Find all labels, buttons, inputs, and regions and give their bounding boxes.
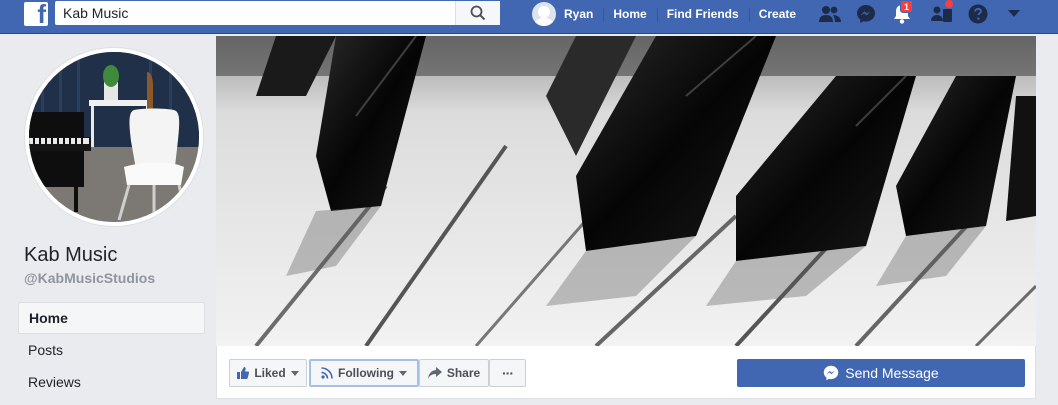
- share-button[interactable]: Share: [419, 359, 489, 387]
- rss-feed-icon: [321, 367, 333, 379]
- chevron-down-icon: [399, 370, 407, 376]
- nav-home[interactable]: Home: [603, 0, 656, 28]
- nav-create[interactable]: Create: [748, 0, 806, 28]
- liked-button[interactable]: Liked: [229, 359, 307, 387]
- help-icon[interactable]: [960, 0, 996, 28]
- notification-count-badge: 1: [900, 0, 913, 13]
- page-handle[interactable]: @KabMusicStudios: [24, 270, 155, 286]
- more-options-icon: ···: [502, 365, 514, 381]
- side-nav-home[interactable]: Home: [18, 302, 205, 334]
- search-bar: [55, 1, 500, 25]
- page-title: Kab Music: [24, 244, 118, 266]
- chevron-down-icon: [290, 370, 299, 376]
- search-button[interactable]: [455, 1, 500, 25]
- page-action-bar: Liked Following Share ··· Send Message: [216, 346, 1036, 399]
- studio-photo-illustration: [29, 52, 199, 222]
- share-label: Share: [446, 366, 481, 380]
- share-arrow-icon: [427, 367, 442, 379]
- profile-photo: [29, 52, 199, 222]
- more-options-button[interactable]: ···: [489, 359, 526, 387]
- following-button[interactable]: Following: [309, 359, 419, 387]
- page-side-nav: Home Posts Reviews: [18, 302, 205, 398]
- user-name: Ryan: [564, 7, 594, 21]
- cover-photo[interactable]: [216, 36, 1036, 346]
- top-navigation-bar: f Ryan Home Find Friends Create: [0, 0, 1058, 34]
- liked-label: Liked: [254, 366, 286, 380]
- account-menu-icon[interactable]: [996, 0, 1032, 28]
- send-message-label: Send Message: [845, 365, 939, 381]
- following-label: Following: [338, 366, 394, 380]
- messenger-icon[interactable]: [848, 0, 884, 28]
- search-icon: [470, 5, 486, 21]
- profile-link[interactable]: Ryan: [522, 0, 603, 28]
- facebook-logo-icon[interactable]: f: [24, 2, 48, 26]
- avatar: [532, 2, 556, 26]
- messenger-icon: [824, 365, 839, 381]
- side-nav-reviews[interactable]: Reviews: [18, 366, 205, 398]
- nav-find-friends[interactable]: Find Friends: [656, 0, 749, 28]
- send-message-button[interactable]: Send Message: [737, 359, 1025, 387]
- main-nav: Ryan Home Find Friends Create: [522, 0, 806, 28]
- top-icons: 1: [812, 0, 1032, 28]
- profile-picture[interactable]: [24, 47, 204, 227]
- search-input[interactable]: [55, 1, 455, 25]
- thumbs-up-icon: [237, 367, 250, 379]
- notifications-icon[interactable]: 1: [884, 0, 920, 28]
- friend-requests-icon[interactable]: [812, 0, 848, 28]
- piano-keys-illustration: [216, 36, 1036, 346]
- side-nav-posts[interactable]: Posts: [18, 334, 205, 366]
- pages-icon[interactable]: [924, 0, 960, 28]
